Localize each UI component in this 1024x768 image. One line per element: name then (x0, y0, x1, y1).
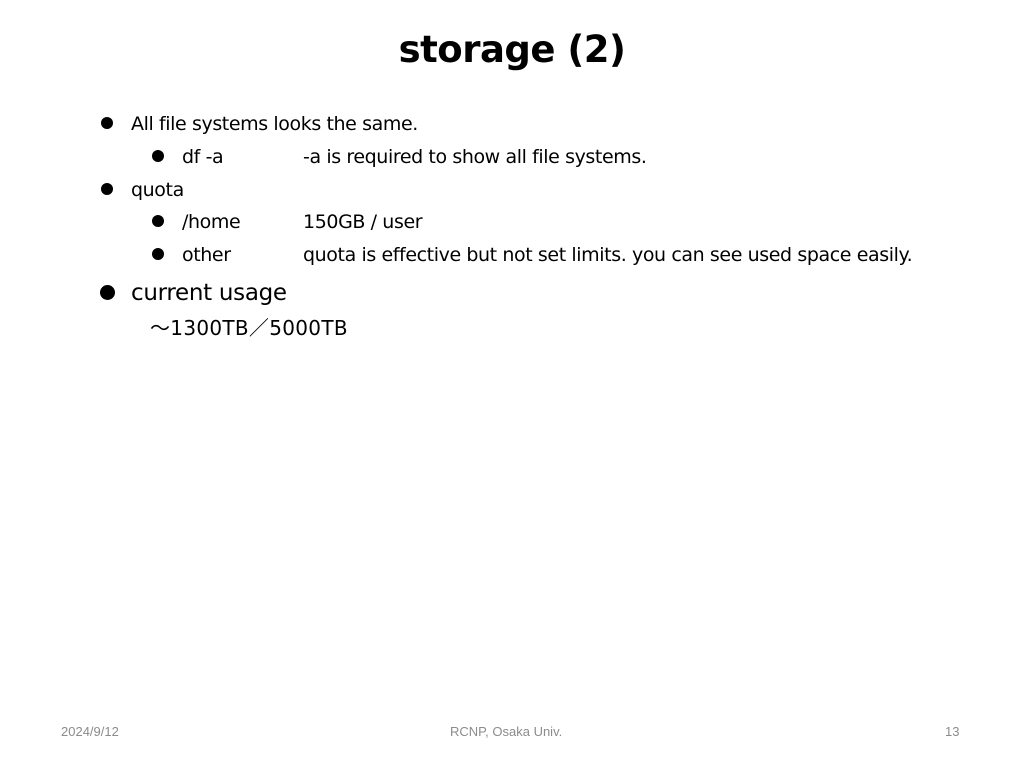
sub-bullet-icon (152, 215, 164, 227)
bullet-icon (101, 183, 113, 195)
sub-bullet-label: other (182, 244, 231, 266)
slide-title: storage (2) (398, 28, 626, 71)
sub-bullet-description: -a is required to show all file systems. (303, 146, 647, 168)
bullet-icon (100, 285, 115, 300)
footer-date: 2024/9/12 (61, 724, 119, 739)
bullet-text: current usage (131, 280, 287, 306)
sub-bullet-icon (152, 248, 164, 260)
sub-bullet-description: 150GB / user (303, 211, 423, 233)
bullet-icon (101, 117, 113, 129)
sub-bullet-label: /home (182, 211, 241, 233)
sub-bullet-description: quota is effective but not set limits. y… (303, 244, 913, 266)
sub-bullet-icon (152, 150, 164, 162)
bullet-text: quota (131, 179, 184, 201)
footer-center-text: RCNP, Osaka Univ. (450, 724, 563, 739)
usage-detail: ～1300TB／5000TB (150, 316, 348, 340)
bullet-text: All file systems looks the same. (131, 113, 418, 135)
page-number: 13 (945, 724, 960, 739)
sub-bullet-label: df -a (182, 146, 224, 168)
